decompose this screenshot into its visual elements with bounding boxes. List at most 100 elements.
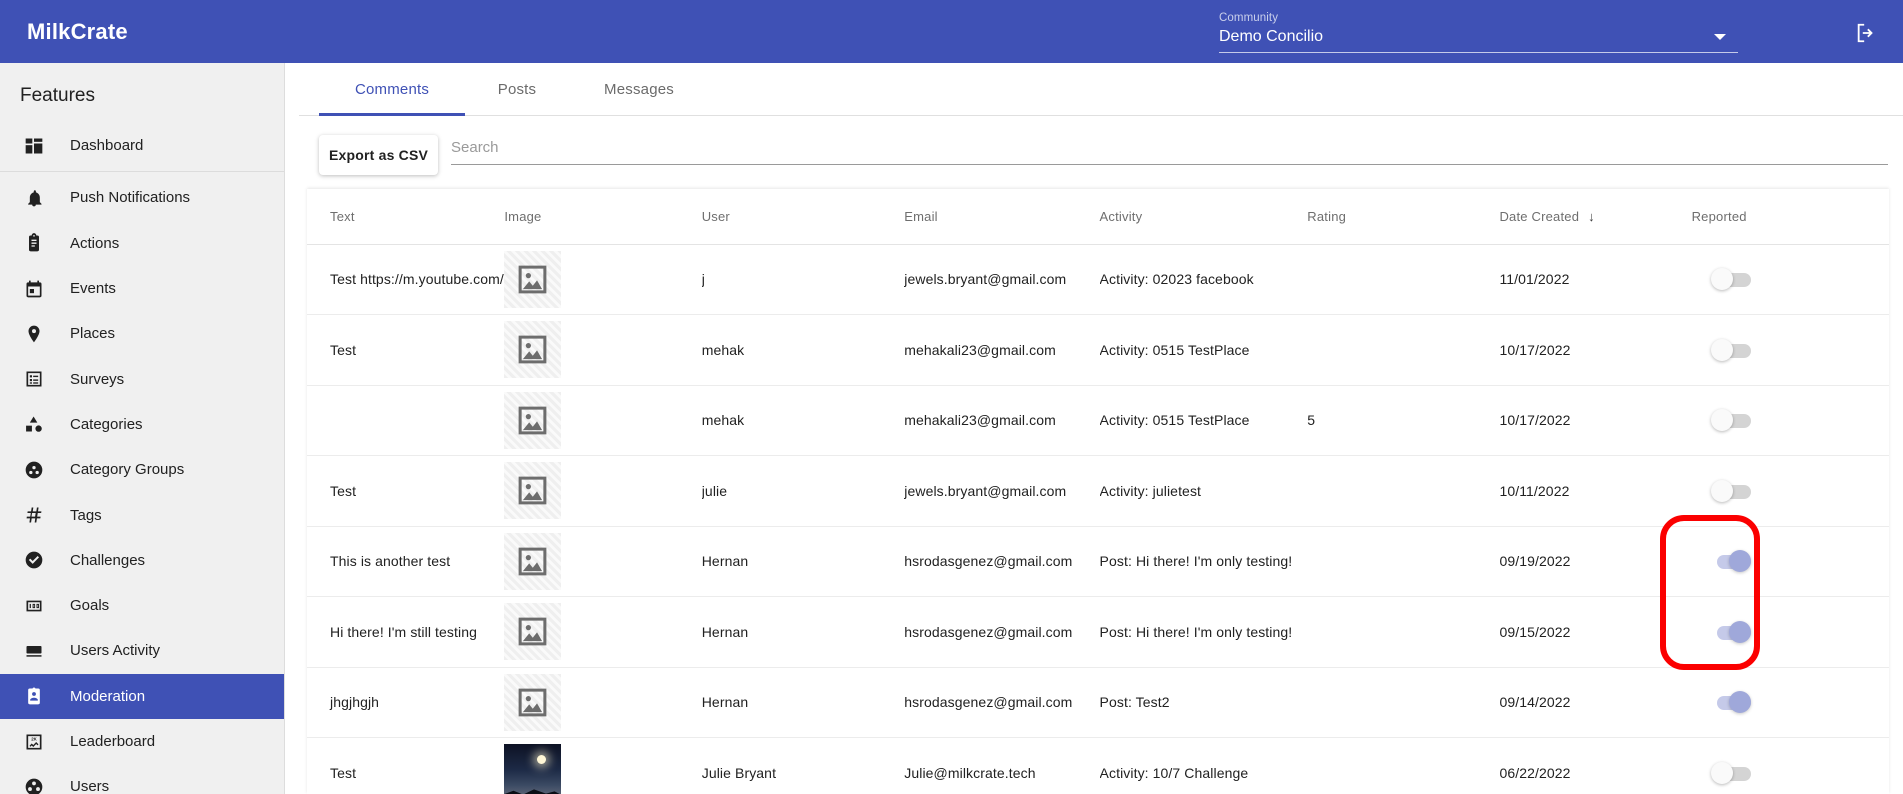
sidebar-item-label: Goals [70,597,110,615]
community-selector[interactable]: Community Demo Concilio [1219,11,1738,53]
sidebar-item-events[interactable]: Events [0,266,284,311]
sidebar-item-actions[interactable]: Actions [0,221,284,266]
cell-image [504,244,702,315]
search-field[interactable] [451,135,1888,165]
sidebar-item-label: Places [70,325,116,343]
sidebar-item-label: Dashboard [70,137,144,155]
cell-reported [1691,314,1889,386]
table-row[interactable]: Test mehak mehakali23@gmail.com Activity: 0… [307,314,1889,386]
dashboard-icon [22,134,46,158]
cell-activity: Post: Test2 [1099,667,1308,738]
cell-rating [1307,737,1500,794]
reported-toggle[interactable] [1710,268,1753,291]
table-head: Text Image User Email Activity Rating Da… [307,189,1889,245]
cell-email: hsrodasgenez@gmail.com [904,526,1100,597]
broken-image-icon [504,673,562,731]
badge-person-icon [22,684,46,708]
cell-image [504,596,702,668]
bell-icon [22,186,46,210]
tab-bar: Comments Posts Messages [299,63,1903,116]
sidebar-item-category-groups[interactable]: Category Groups [0,447,284,492]
table-row[interactable]: This is another test Hernan hsrodasgenez@g… [307,526,1889,597]
cell-activity: Activity: 10/7 Challenge [1099,737,1308,794]
sidebar-divider [0,171,284,173]
cell-image [504,526,702,597]
sidebar-item-label: Users Activity [70,642,161,660]
chevron-down-icon[interactable] [1714,34,1726,40]
tab-posts[interactable]: Posts [465,63,569,116]
sidebar-item-leaderboard[interactable]: 2K Leaderboard [0,719,284,764]
reported-toggle[interactable] [1711,620,1753,643]
sidebar-item-challenges[interactable]: Challenges [0,538,284,583]
logout-icon[interactable] [1853,22,1879,44]
sidebar-item-label: Categories [70,415,143,433]
column-header-rating[interactable]: Rating [1307,189,1500,245]
cell-email: jewels.bryant@gmail.com [904,455,1100,527]
export-as-csv-button[interactable]: Export as CSV [319,135,438,175]
table-row[interactable]: Hi there! I'm still testing Hernan hsrodas… [307,596,1889,668]
reported-toggle[interactable] [1710,479,1753,502]
sidebar-item-moderation[interactable]: Moderation [0,673,284,719]
table-row[interactable]: jhgjhgjh Hernan hsrodasgenez@gmail.com Post… [307,667,1889,738]
sidebar-item-users-activity[interactable]: Users Activity [0,628,284,673]
table-row[interactable]: mehak mehakali23@gmail.com Activity: 0515 … [307,385,1889,456]
tab-comments[interactable]: Comments [319,63,465,116]
cell-user: mehak [701,314,905,386]
cell-reported [1691,596,1889,668]
cell-text: Hi there! I'm still testing [307,596,505,668]
cell-date-created: 10/17/2022 [1499,314,1692,386]
moderation-table-card: Text Image User Email Activity Rating Da… [307,189,1889,794]
column-header-image[interactable]: Image [504,189,702,245]
sidebar-item-label: Category Groups [70,461,185,479]
table-row[interactable]: Test Julie Bryant Julie@milkcrate.tech Acti… [307,737,1889,794]
clipboard-icon [22,231,46,255]
sidebar-item-dashboard[interactable]: Dashboard [0,123,284,168]
column-header-email[interactable]: Email [904,189,1100,245]
cell-user: j [701,244,905,315]
sidebar-item-places[interactable]: Places [0,311,284,356]
brand-logo: MilkCrate [27,18,128,44]
sidebar-item-label: Leaderboard [70,733,156,750]
reported-toggle[interactable] [1710,409,1753,432]
sidebar-item-tags[interactable]: Tags [0,492,284,537]
search-underline [451,164,1888,165]
sidebar-item-push-notifications[interactable]: Push Notifications [0,175,284,220]
community-label: Community [1219,12,1279,24]
table-row[interactable]: Test https://m.youtube.com/… j jewels.brya… [307,244,1889,315]
hash-icon [22,503,46,527]
cell-image [504,455,702,527]
cell-user: Hernan [701,667,905,738]
cell-reported [1691,455,1889,527]
reported-toggle[interactable] [1710,338,1753,361]
cell-activity: Activity: 0515 TestPlace [1099,385,1308,456]
cell-rating [1307,667,1500,738]
app-root: MilkCrate Community Demo Concilio Featur… [0,0,1903,794]
column-header-activity[interactable]: Activity [1099,189,1308,245]
sidebar-item-users[interactable]: Users [0,764,284,794]
cell-image [504,385,702,456]
cell-date-created: 10/17/2022 [1499,385,1692,456]
sidebar-item-label: Moderation [70,687,146,705]
column-header-text[interactable]: Text [307,189,505,245]
reported-toggle[interactable] [1711,691,1753,714]
reported-toggle[interactable] [1711,550,1753,573]
map-pin-icon [22,322,46,346]
sidebar-item-surveys[interactable]: Surveys [0,356,284,401]
column-header-reported[interactable]: Reported [1691,189,1889,245]
cell-date-created: 10/11/2022 [1499,455,1692,527]
reported-toggle[interactable] [1710,761,1753,784]
tab-messages[interactable]: Messages [569,63,709,116]
sidebar-item-label: Tags [70,506,102,524]
cell-date-created: 09/15/2022 [1499,596,1692,668]
sidebar-item-categories[interactable]: Categories [0,402,284,447]
column-header-user[interactable]: User [701,189,905,245]
search-input[interactable] [451,135,1888,164]
cell-text: Test [307,314,505,386]
cell-text: Test [307,737,505,794]
column-header-date-created[interactable]: Date Created ↓ [1499,189,1692,245]
table-row[interactable]: Test julie jewels.bryant@gmail.com Activity… [307,455,1889,527]
cell-reported [1691,244,1889,315]
sidebar-item-goals[interactable]: Goals [0,583,284,628]
broken-image-icon [504,321,562,379]
cell-text: Test [307,455,505,527]
